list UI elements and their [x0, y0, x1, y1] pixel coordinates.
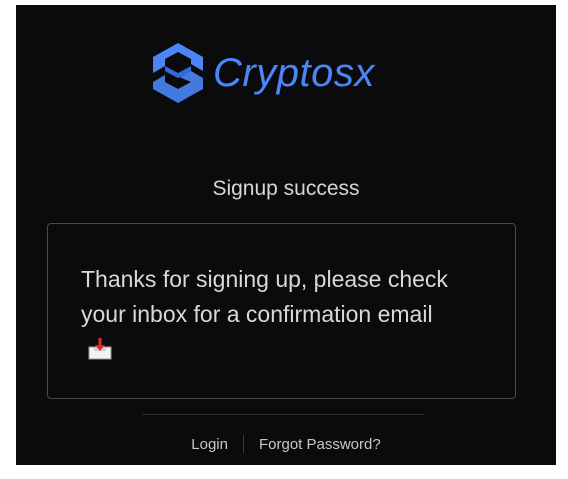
forgot-password-link[interactable]: Forgot Password? [259, 436, 381, 453]
confirmation-message-text: Thanks for signing up, please check your… [81, 266, 448, 327]
confirmation-message: Thanks for signing up, please check your… [81, 262, 461, 367]
page-title: Signup success [212, 177, 360, 200]
footer-divider [142, 414, 424, 415]
footer-separator [242, 435, 244, 453]
footer-links: Login Forgot Password? [16, 435, 556, 453]
message-card: Thanks for signing up, please check your… [47, 223, 516, 399]
login-link[interactable]: Login [191, 436, 228, 453]
signup-panel: Cryptosx Signup success Thanks for signi… [16, 5, 556, 465]
brand-name: Cryptosx [213, 50, 375, 95]
brand-logo[interactable]: Cryptosx [151, 38, 375, 108]
inbox-tray-icon [88, 338, 112, 360]
cryptosx-logo-icon [153, 43, 203, 103]
